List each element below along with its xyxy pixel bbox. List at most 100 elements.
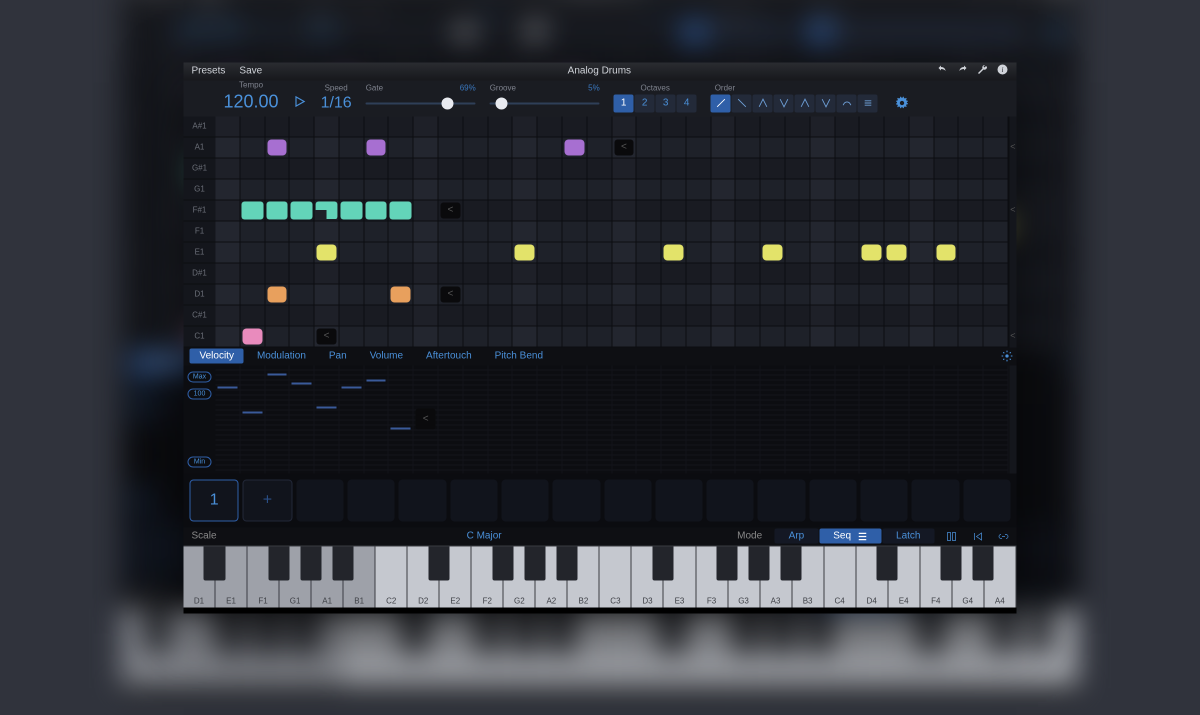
- step-cell[interactable]: [364, 137, 389, 158]
- step-cell[interactable]: [686, 221, 711, 242]
- velocity-cell[interactable]: [439, 365, 464, 473]
- step-cell[interactable]: [810, 158, 835, 179]
- step-cell[interactable]: [934, 326, 959, 347]
- step-cell[interactable]: [835, 305, 860, 326]
- step-cell[interactable]: [934, 179, 959, 200]
- step-cell[interactable]: [240, 263, 265, 284]
- pattern-slot[interactable]: [399, 479, 446, 521]
- step-cell[interactable]: [439, 116, 464, 137]
- step-cell[interactable]: [835, 242, 860, 263]
- step-cell[interactable]: [612, 200, 637, 221]
- step-cell[interactable]: [810, 242, 835, 263]
- step-cell[interactable]: [562, 116, 587, 137]
- groove-slider[interactable]: [520, 21, 663, 44]
- step-cell[interactable]: [761, 242, 786, 263]
- step-cell[interactable]: [587, 137, 612, 158]
- step-cell[interactable]: [414, 179, 439, 200]
- step-cell[interactable]: [1040, 323, 1068, 350]
- scale-value[interactable]: C Major: [244, 531, 725, 542]
- step-cell[interactable]: [389, 263, 414, 284]
- step-cell[interactable]: [1040, 77, 1068, 104]
- white-key[interactable]: C3: [600, 607, 637, 688]
- step-cell[interactable]: [637, 137, 662, 158]
- octave-1[interactable]: 1: [681, 21, 707, 44]
- order-mode-2[interactable]: [753, 94, 773, 112]
- step-cell[interactable]: [711, 284, 736, 305]
- step-cell[interactable]: [612, 116, 637, 137]
- order-mode-1[interactable]: [834, 21, 860, 44]
- note[interactable]: [266, 201, 288, 219]
- velocity-cell[interactable]: [909, 365, 934, 473]
- step-cell[interactable]: [265, 242, 290, 263]
- step-cell[interactable]: [785, 137, 810, 158]
- step-cell[interactable]: [662, 326, 687, 347]
- order-mode-1[interactable]: [732, 94, 752, 112]
- save-menu[interactable]: Save: [239, 66, 262, 77]
- step-cell[interactable]: [984, 158, 1009, 179]
- gate-slider[interactable]: [366, 94, 476, 112]
- step-cell[interactable]: [810, 137, 835, 158]
- step-cell[interactable]: [686, 305, 711, 326]
- step-cell[interactable]: [686, 242, 711, 263]
- step-cell[interactable]: [662, 221, 687, 242]
- white-key[interactable]: D4: [894, 607, 931, 688]
- param-settings-icon[interactable]: [1053, 350, 1079, 373]
- black-key[interactable]: [476, 609, 500, 653]
- step-cell[interactable]: [364, 326, 389, 347]
- step-cell[interactable]: [662, 284, 687, 305]
- step-cell[interactable]: [785, 200, 810, 221]
- speed-value[interactable]: 1/16: [321, 94, 352, 112]
- step-cell[interactable]: [984, 305, 1009, 326]
- step-cell[interactable]: [587, 305, 612, 326]
- step-cell[interactable]: [984, 326, 1009, 347]
- step-cell[interactable]: [439, 242, 464, 263]
- black-key[interactable]: [428, 546, 449, 580]
- order-mode-6[interactable]: [837, 94, 857, 112]
- order-mode-2[interactable]: [861, 21, 887, 44]
- step-cell[interactable]: [240, 242, 265, 263]
- step-cell[interactable]: [439, 305, 464, 326]
- step-cell[interactable]: [909, 116, 934, 137]
- velocity-cell[interactable]: [662, 365, 687, 473]
- step-cell[interactable]: [835, 221, 860, 242]
- step-cell[interactable]: [488, 305, 513, 326]
- step-cell[interactable]: [934, 200, 959, 221]
- step-cell[interactable]: [587, 200, 612, 221]
- black-key[interactable]: [300, 546, 321, 580]
- step-cell[interactable]: [587, 158, 612, 179]
- info-icon[interactable]: i: [1053, 0, 1069, 1]
- step-cell[interactable]: [637, 284, 662, 305]
- step-cell[interactable]: [389, 284, 414, 305]
- step-cell[interactable]: [216, 242, 241, 263]
- order-mode-5[interactable]: [816, 94, 836, 112]
- black-key[interactable]: [660, 609, 684, 653]
- step-cell[interactable]: [290, 326, 315, 347]
- step-cell[interactable]: [736, 179, 761, 200]
- step-cell[interactable]: [959, 263, 984, 284]
- step-cell[interactable]: [216, 116, 241, 137]
- step-cell[interactable]: [686, 284, 711, 305]
- white-key[interactable]: D2: [408, 545, 440, 607]
- step-cell[interactable]: [290, 221, 315, 242]
- transport-settings-icon[interactable]: [1042, 21, 1068, 44]
- velocity-cell[interactable]: [513, 365, 538, 473]
- step-cell[interactable]: [885, 242, 910, 263]
- black-key[interactable]: [332, 546, 353, 580]
- step-cell[interactable]: [885, 221, 910, 242]
- step-cell[interactable]: [216, 263, 241, 284]
- step-cell[interactable]: [662, 263, 687, 284]
- black-key[interactable]: [716, 546, 737, 580]
- step-cell[interactable]: [860, 200, 885, 221]
- rewind-icon[interactable]: [965, 529, 991, 543]
- step-cell[interactable]: [562, 305, 587, 326]
- velocity-cell[interactable]: [785, 365, 810, 473]
- step-cell[interactable]: [414, 242, 439, 263]
- pattern-slot[interactable]: [501, 479, 548, 521]
- step-cell[interactable]: [909, 263, 934, 284]
- step-cell[interactable]: [339, 137, 364, 158]
- step-cell[interactable]: [587, 179, 612, 200]
- step-cell[interactable]: [339, 179, 364, 200]
- step-cell[interactable]: [216, 305, 241, 326]
- step-cell[interactable]: [216, 326, 241, 347]
- note[interactable]: [267, 286, 287, 302]
